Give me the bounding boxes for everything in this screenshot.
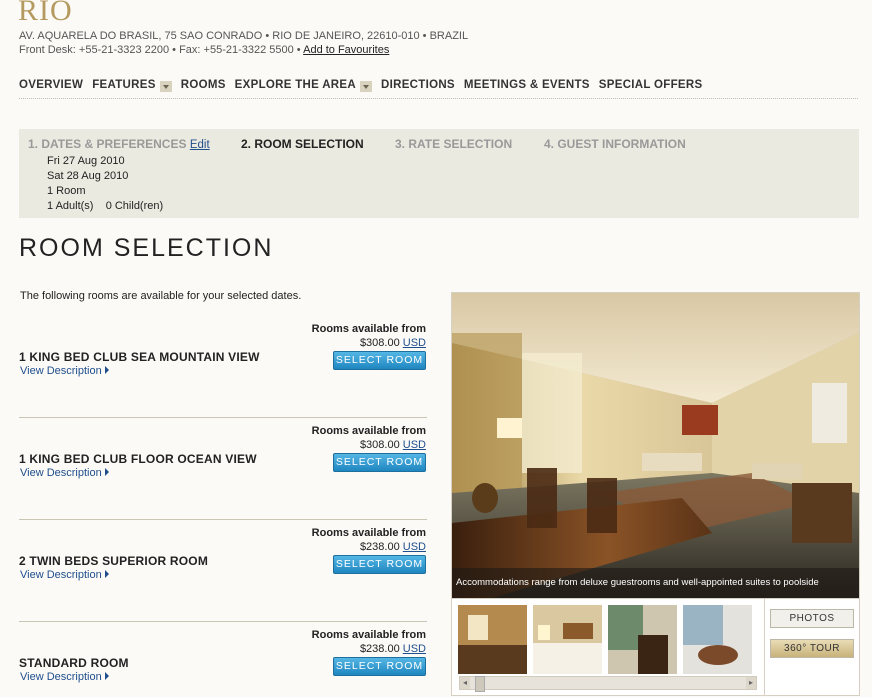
thumbnail[interactable] (458, 605, 527, 674)
hotel-logo: RIO (18, 0, 73, 27)
nav-overview[interactable]: OVERVIEW (19, 79, 83, 91)
thumbnail-strip: ◂ ▸ PHOTOS 360° TOUR (451, 598, 860, 696)
room-photo: Accommodations range from deluxe guestro… (451, 292, 860, 599)
thumbnail[interactable] (608, 605, 677, 674)
nav-directions-label: DIRECTIONS (380, 79, 455, 91)
step-rate-selection: 3. RATE SELECTION (395, 137, 513, 151)
currency-link[interactable]: USD (403, 337, 426, 349)
contact-line: Front Desk: +55-21-3323 2200 • Fax: +55-… (19, 43, 468, 57)
edit-dates-link[interactable]: Edit (190, 139, 210, 151)
thumbnail-image (458, 605, 527, 674)
price-value: $308.00 (359, 439, 400, 451)
booking-steps: 1. DATES & PREFERENCES Edit 2. ROOM SELE… (19, 129, 859, 218)
intro-text: The following rooms are available for yo… (20, 290, 302, 302)
availability-label: Rooms available from (311, 323, 426, 335)
room-row: Rooms available from $308.00 USD 1 KING … (19, 316, 427, 418)
checkin-date: Fri 27 Aug 2010 (47, 155, 125, 167)
add-to-favourites-link[interactable]: Add to Favourites (303, 44, 389, 56)
thumbnail-scrollbar[interactable]: ◂ ▸ (459, 676, 757, 692)
hotel-address: AV. AQUARELA DO BRASIL, 75 SAO CONRADO •… (19, 29, 468, 57)
availability-label: Rooms available from (311, 629, 426, 641)
room-row: Rooms available from $238.00 USD 2 TWIN … (19, 520, 427, 622)
thumbnail[interactable] (533, 605, 602, 674)
thumbnail-image (683, 605, 752, 674)
thumbnail[interactable] (683, 605, 752, 674)
nav-meetings[interactable]: MEETINGS & EVENTS (464, 79, 590, 91)
gallery-divider (764, 599, 765, 695)
select-room-button[interactable]: SELECT ROOM (333, 657, 426, 676)
availability-label: Rooms available from (311, 527, 426, 539)
step-dates-label: 1. DATES & PREFERENCES (28, 137, 187, 151)
room-name: STANDARD ROOM (19, 656, 129, 670)
step-guest-information: 4. GUEST INFORMATION (544, 137, 686, 151)
availability-label: Rooms available from (311, 425, 426, 437)
select-room-button[interactable]: SELECT ROOM (333, 555, 426, 574)
nav-overview-label: OVERVIEW (19, 79, 84, 91)
view-description-link[interactable]: View Description (20, 467, 109, 479)
room-name: 1 KING BED CLUB FLOOR OCEAN VIEW (19, 452, 257, 466)
room-price: $308.00 USD (360, 337, 426, 349)
arrow-right-icon (104, 366, 109, 374)
nav-explore[interactable]: EXPLORE THE AREA (234, 79, 372, 92)
scrollbar-handle[interactable] (475, 676, 485, 692)
nav-directions[interactable]: DIRECTIONS (381, 79, 455, 91)
nav-meetings-label: MEETINGS & EVENTS (463, 79, 590, 91)
view-description-link[interactable]: View Description (20, 569, 109, 581)
step-dates: 1. DATES & PREFERENCES Edit (28, 137, 210, 151)
view-description-link[interactable]: View Description (20, 671, 109, 683)
nav-divider (19, 98, 858, 99)
nav-features-label: FEATURES (92, 79, 156, 91)
chevron-down-icon[interactable] (359, 80, 372, 92)
nav-rooms-label: ROOMS (180, 79, 226, 91)
address-line: AV. AQUARELA DO BRASIL, 75 SAO CONRADO •… (19, 30, 469, 42)
room-price: $238.00 USD (360, 643, 426, 655)
select-room-button[interactable]: SELECT ROOM (333, 453, 426, 472)
chevron-down-icon[interactable] (159, 80, 172, 92)
view-description-label: View Description (20, 569, 102, 581)
arrow-right-icon (104, 468, 109, 476)
checkout-date: Sat 28 Aug 2010 (47, 170, 129, 182)
room-price: $238.00 USD (360, 541, 426, 553)
room-row: Rooms available from $238.00 USD STANDAR… (19, 622, 427, 697)
price-value: $308.00 (359, 337, 400, 349)
step-room-selection: 2. ROOM SELECTION (241, 137, 364, 151)
page-title: ROOM SELECTION (19, 234, 274, 262)
nav-features[interactable]: FEATURES (92, 79, 172, 92)
photos-button[interactable]: PHOTOS (770, 609, 854, 628)
room-count: 1 Room (47, 185, 86, 197)
view-description-label: View Description (20, 671, 102, 683)
suite-interior-image (452, 293, 859, 598)
view-description-label: View Description (20, 365, 102, 377)
main-nav: OVERVIEW FEATURES ROOMS EXPLORE THE AREA… (19, 79, 703, 92)
view-description-link[interactable]: View Description (20, 365, 109, 377)
thumbnail-image (533, 605, 602, 674)
360-tour-button[interactable]: 360° TOUR (770, 639, 854, 658)
currency-link[interactable]: USD (403, 643, 426, 655)
guest-count: 1 Adult(s) 0 Child(ren) (47, 200, 164, 212)
room-price: $308.00 USD (360, 439, 426, 451)
contact-text: Front Desk: +55-21-3323 2200 • Fax: +55-… (19, 44, 304, 56)
price-value: $238.00 (359, 541, 400, 553)
room-row: Rooms available from $308.00 USD 1 KING … (19, 418, 427, 520)
nav-explore-label: EXPLORE THE AREA (234, 79, 356, 91)
thumbnail-image (608, 605, 677, 674)
currency-link[interactable]: USD (403, 541, 426, 553)
arrow-right-icon (104, 672, 109, 680)
booking-details: Fri 27 Aug 2010 Sat 28 Aug 2010 1 Room 1… (47, 154, 163, 214)
nav-offers-label: SPECIAL OFFERS (598, 79, 703, 91)
nav-rooms[interactable]: ROOMS (181, 79, 226, 91)
photo-caption: Accommodations range from deluxe guestro… (452, 568, 859, 598)
view-description-label: View Description (20, 467, 102, 479)
nav-offers[interactable]: SPECIAL OFFERS (599, 79, 703, 91)
select-room-button[interactable]: SELECT ROOM (333, 351, 426, 370)
room-name: 1 KING BED CLUB SEA MOUNTAIN VIEW (19, 350, 260, 364)
arrow-right-icon[interactable]: ▸ (746, 677, 756, 689)
arrow-left-icon[interactable]: ◂ (460, 677, 470, 689)
room-name: 2 TWIN BEDS SUPERIOR ROOM (19, 554, 209, 568)
arrow-right-icon (104, 570, 109, 578)
price-value: $238.00 (359, 643, 400, 655)
currency-link[interactable]: USD (403, 439, 426, 451)
